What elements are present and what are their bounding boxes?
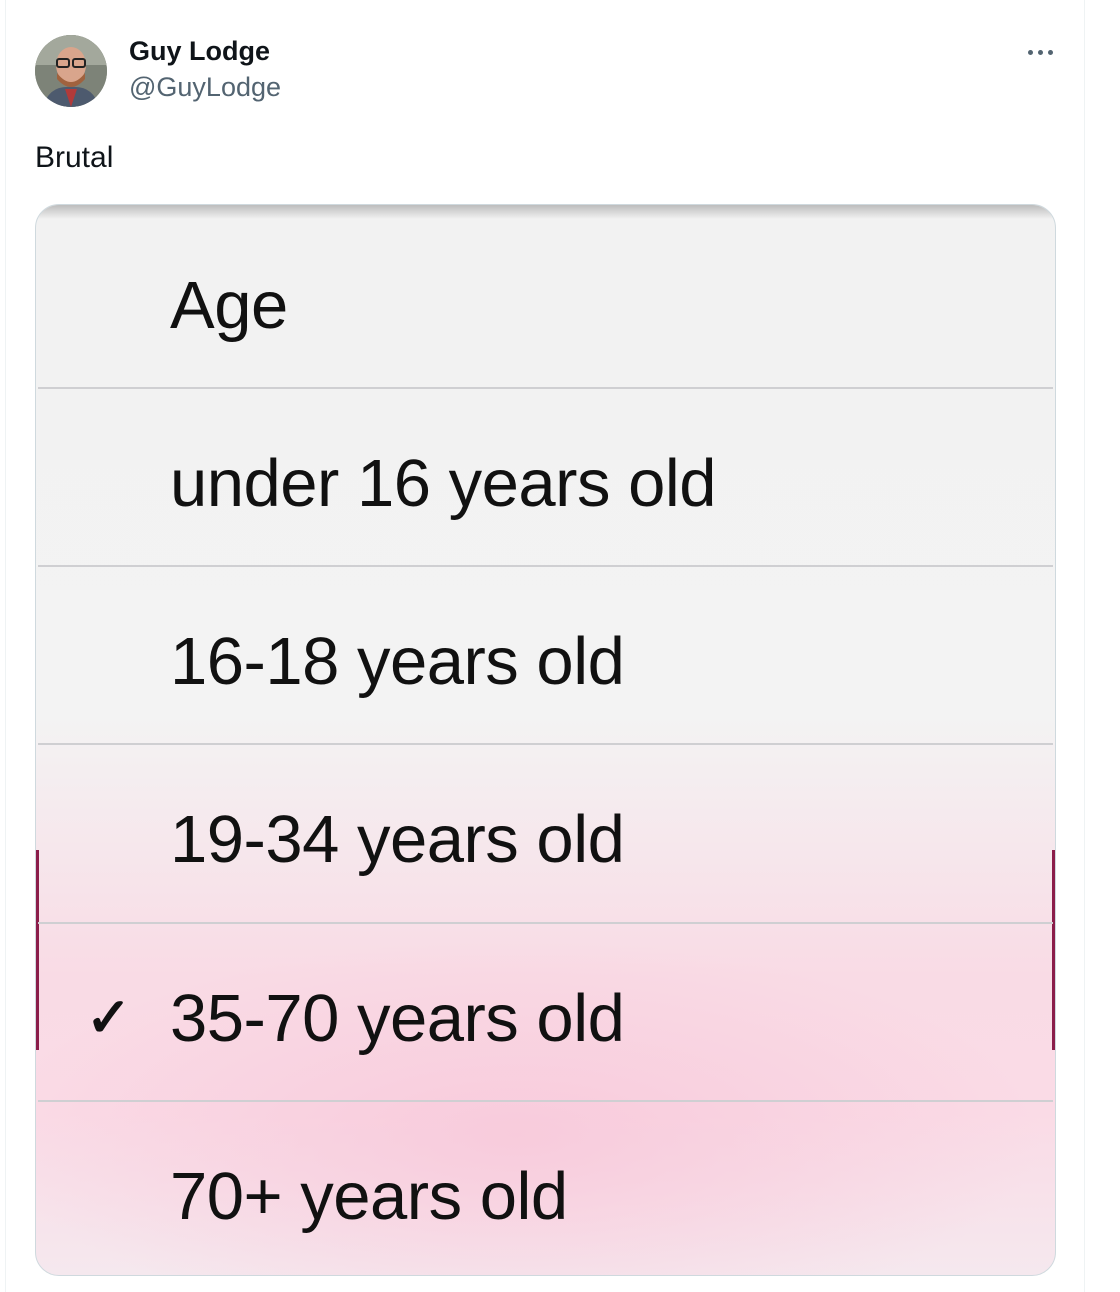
author-avatar[interactable]	[35, 35, 107, 107]
more-dot	[1037, 49, 1043, 55]
timeline-right-border	[1084, 0, 1085, 1292]
more-options-icon[interactable]	[1020, 38, 1060, 66]
age-option-label: 16-18 years old	[170, 624, 625, 699]
more-dot	[1047, 49, 1053, 55]
age-option-label: under 16 years old	[170, 446, 716, 521]
tweet-image[interactable]: Age under 16 years old 16-18 years old 1…	[35, 204, 1056, 1276]
author-handle[interactable]: @GuyLodge	[129, 72, 281, 103]
more-dot	[1027, 49, 1033, 55]
author-name[interactable]: Guy Lodge	[129, 36, 270, 67]
age-option-16-18[interactable]: 16-18 years old	[36, 567, 1055, 745]
age-option-label: 19-34 years old	[170, 802, 625, 877]
timeline-left-border	[5, 0, 6, 1292]
age-option-19-34[interactable]: 19-34 years old	[36, 745, 1055, 923]
age-menu-title-row: Age	[36, 205, 1055, 383]
age-option-under-16[interactable]: under 16 years old	[36, 389, 1055, 567]
age-menu-title: Age	[170, 268, 288, 343]
tweet-text: Brutal	[35, 141, 114, 174]
age-option-label: 70+ years old	[170, 1159, 568, 1234]
age-option-label: 35-70 years old	[170, 981, 625, 1056]
checkmark-icon: ✓	[86, 988, 132, 1048]
age-option-70-plus[interactable]: 70+ years old	[36, 1102, 1055, 1275]
age-option-35-70[interactable]: ✓ 35-70 years old	[36, 924, 1055, 1102]
